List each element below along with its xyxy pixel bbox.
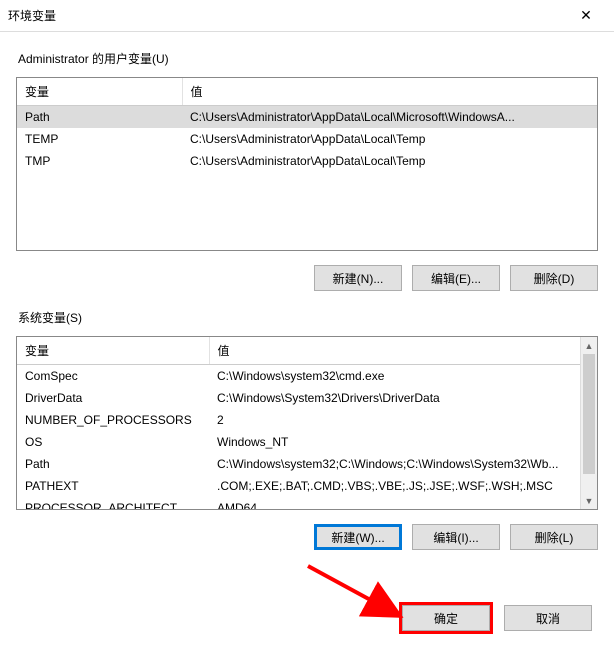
- system-variables-list[interactable]: 变量 值 ComSpec C:\Windows\system32\cmd.exe…: [16, 336, 598, 510]
- table-row[interactable]: Path C:\Users\Administrator\AppData\Loca…: [17, 106, 597, 129]
- system-new-button[interactable]: 新建(W)...: [314, 524, 402, 550]
- user-variables-group: Administrator 的用户变量(U) 变量 值 Path C:\User: [16, 50, 598, 291]
- user-new-button[interactable]: 新建(N)...: [314, 265, 402, 291]
- cell-val: C:\Users\Administrator\AppData\Local\Mic…: [182, 106, 597, 129]
- table-row[interactable]: TEMP C:\Users\Administrator\AppData\Loca…: [17, 128, 597, 150]
- cell-var: OS: [17, 431, 209, 453]
- table-row[interactable]: Path C:\Windows\system32;C:\Windows;C:\W…: [17, 453, 580, 475]
- cell-val: C:\Windows\System32\Drivers\DriverData: [209, 387, 580, 409]
- table-row[interactable]: PROCESSOR_ARCHITECT... AMD64: [17, 497, 580, 510]
- user-variables-list[interactable]: 变量 值 Path C:\Users\Administrator\AppData…: [16, 77, 598, 251]
- table-row[interactable]: PATHEXT .COM;.EXE;.BAT;.CMD;.VBS;.VBE;.J…: [17, 475, 580, 497]
- table-row[interactable]: TMP C:\Users\Administrator\AppData\Local…: [17, 150, 597, 172]
- sys-col-variable[interactable]: 变量: [17, 337, 209, 365]
- scroll-thumb[interactable]: [583, 354, 595, 474]
- cell-var: DriverData: [17, 387, 209, 409]
- cell-var: Path: [17, 453, 209, 475]
- user-variables-table: 变量 值 Path C:\Users\Administrator\AppData…: [17, 78, 597, 172]
- cell-val: Windows_NT: [209, 431, 580, 453]
- cell-val: C:\Windows\system32\cmd.exe: [209, 365, 580, 388]
- cell-var: Path: [17, 106, 182, 129]
- system-edit-button[interactable]: 编辑(I)...: [412, 524, 500, 550]
- cell-var: TEMP: [17, 128, 182, 150]
- cell-var: PATHEXT: [17, 475, 209, 497]
- table-row[interactable]: ComSpec C:\Windows\system32\cmd.exe: [17, 365, 580, 388]
- table-row[interactable]: DriverData C:\Windows\System32\Drivers\D…: [17, 387, 580, 409]
- close-icon[interactable]: ✕: [566, 2, 606, 30]
- table-row[interactable]: OS Windows_NT: [17, 431, 580, 453]
- cell-val: .COM;.EXE;.BAT;.CMD;.VBS;.VBE;.JS;.JSE;.…: [209, 475, 580, 497]
- cell-var: TMP: [17, 150, 182, 172]
- cell-val: C:\Users\Administrator\AppData\Local\Tem…: [182, 128, 597, 150]
- system-variables-table: 变量 值 ComSpec C:\Windows\system32\cmd.exe…: [17, 337, 580, 510]
- dialog-buttons: 确定 取消: [386, 589, 614, 647]
- system-delete-button[interactable]: 删除(L): [510, 524, 598, 550]
- sys-col-value[interactable]: 值: [209, 337, 580, 365]
- user-edit-button[interactable]: 编辑(E)...: [412, 265, 500, 291]
- system-variables-label: 系统变量(S): [16, 309, 598, 326]
- cell-val: 2: [209, 409, 580, 431]
- cell-var: ComSpec: [17, 365, 209, 388]
- system-variables-group: 系统变量(S) 变量 值 ComSpec C:\Windows\system32: [16, 309, 598, 550]
- cell-val: C:\Users\Administrator\AppData\Local\Tem…: [182, 150, 597, 172]
- cell-val: AMD64: [209, 497, 580, 510]
- user-variables-label: Administrator 的用户变量(U): [16, 50, 598, 67]
- scroll-down-icon[interactable]: ▼: [581, 492, 597, 509]
- user-col-variable[interactable]: 变量: [17, 78, 182, 106]
- user-buttons: 新建(N)... 编辑(E)... 删除(D): [16, 265, 598, 291]
- cell-var: PROCESSOR_ARCHITECT...: [17, 497, 209, 510]
- cell-var: NUMBER_OF_PROCESSORS: [17, 409, 209, 431]
- cancel-button[interactable]: 取消: [504, 605, 592, 631]
- scrollbar[interactable]: ▲ ▼: [580, 337, 597, 509]
- dialog-content: Administrator 的用户变量(U) 变量 值 Path C:\User: [0, 50, 614, 556]
- cell-val: C:\Windows\system32;C:\Windows;C:\Window…: [209, 453, 580, 475]
- user-col-value[interactable]: 值: [182, 78, 597, 106]
- window-title: 环境变量: [8, 7, 56, 24]
- scroll-up-icon[interactable]: ▲: [581, 337, 597, 354]
- table-row[interactable]: NUMBER_OF_PROCESSORS 2: [17, 409, 580, 431]
- ok-button[interactable]: 确定: [402, 605, 490, 631]
- titlebar: 环境变量 ✕: [0, 0, 614, 32]
- user-delete-button[interactable]: 删除(D): [510, 265, 598, 291]
- system-buttons: 新建(W)... 编辑(I)... 删除(L): [16, 524, 598, 550]
